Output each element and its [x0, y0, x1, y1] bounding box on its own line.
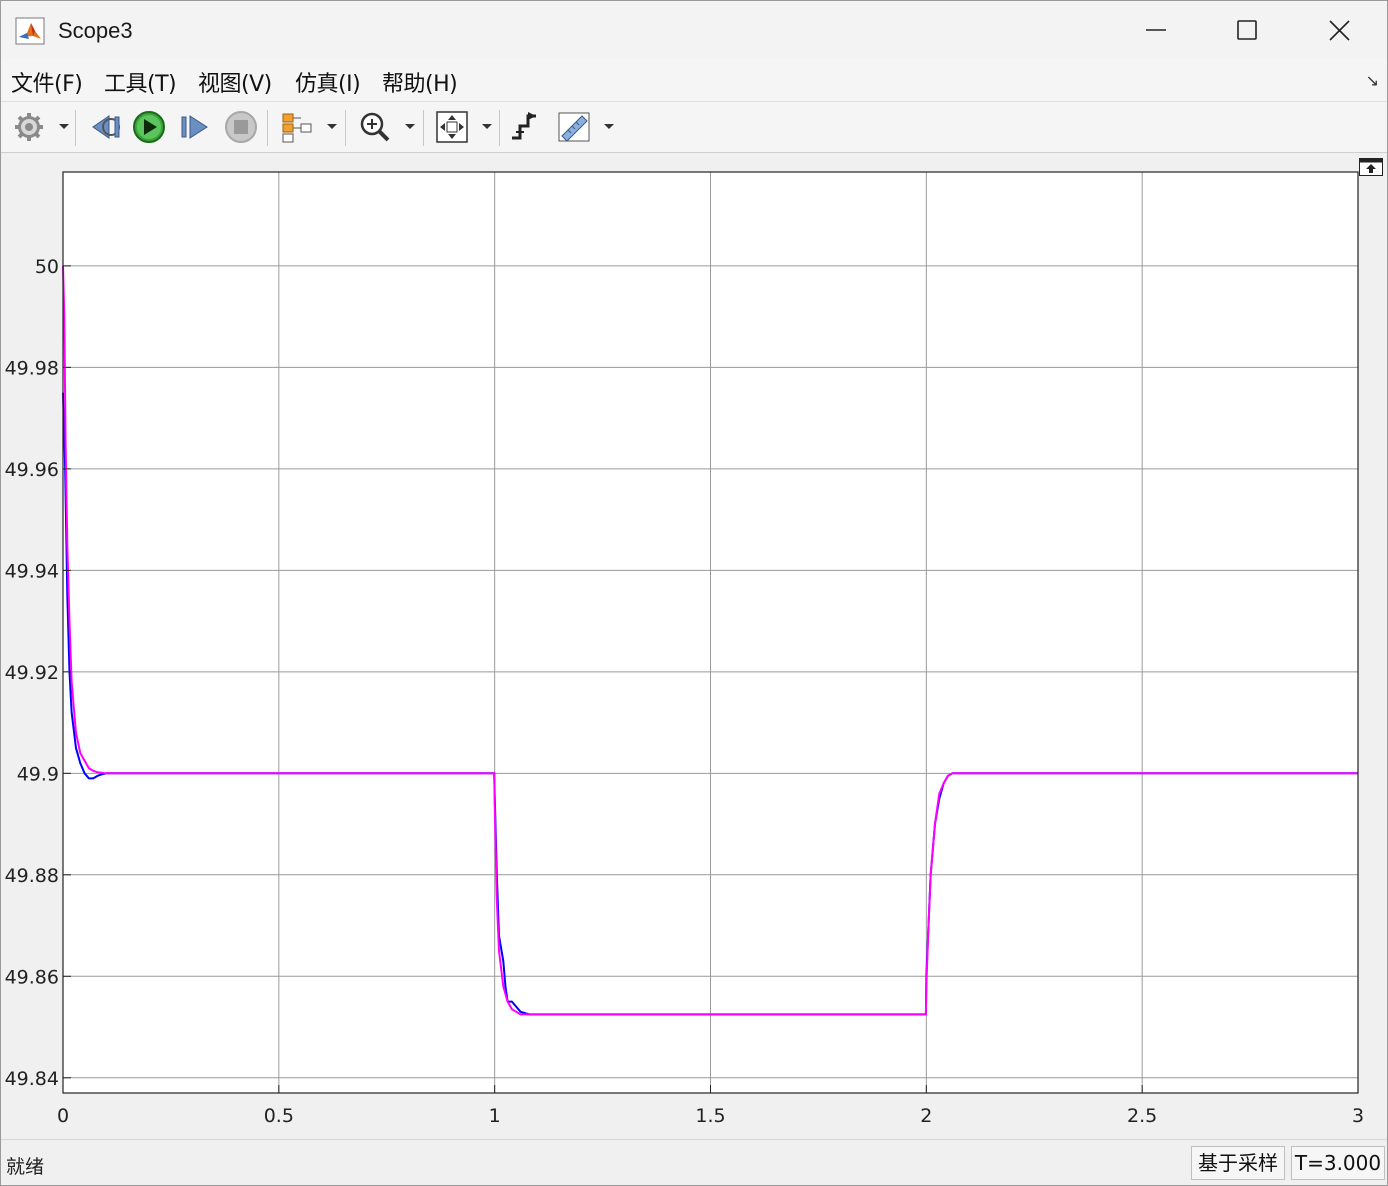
- sim-time-label: T=3.000: [1291, 1146, 1385, 1180]
- status-bar: 就绪 基于采样 T=3.000: [1, 1139, 1387, 1185]
- x-tick-label: 3: [1352, 1105, 1364, 1127]
- status-ready: 就绪: [6, 1156, 45, 1178]
- dock-arrow-icon[interactable]: ↘: [1366, 71, 1379, 90]
- run-button[interactable]: [129, 108, 169, 146]
- y-tick-label: 49.9: [17, 763, 59, 785]
- menu-view[interactable]: 视图(V): [198, 66, 272, 98]
- stop-button[interactable]: [221, 108, 261, 146]
- settings-dropdown-arrow-icon[interactable]: [57, 118, 71, 132]
- x-tick-label: 2.5: [1127, 1105, 1157, 1127]
- fit-to-view-button[interactable]: [432, 108, 472, 146]
- toolbar-separator: [267, 110, 268, 146]
- toolbar-separator: [345, 110, 346, 146]
- y-tick-label: 49.96: [5, 459, 59, 481]
- y-tick-label: 49.86: [5, 966, 59, 988]
- matlab-logo-icon: [15, 17, 45, 45]
- sampling-mode-label: 基于采样: [1191, 1146, 1285, 1180]
- window-title: Scope3: [58, 18, 133, 43]
- toolbar: [1, 102, 1387, 153]
- toolbar-separator: [499, 110, 500, 146]
- title-bar: Scope3: [1, 1, 1387, 59]
- plot-panel: 0 0.5 1 1.5 2 2.5 3 49.84 49.86 49.88 49.9 49.92 49.…: [1, 153, 1387, 1139]
- x-tick-label: 0.5: [264, 1105, 294, 1127]
- measure-button[interactable]: [554, 108, 594, 146]
- minimize-button[interactable]: [1127, 9, 1187, 53]
- menu-file[interactable]: 文件(F): [11, 66, 83, 98]
- x-tick-label: 1: [489, 1105, 501, 1127]
- menu-bar: 文件(F) 工具(T) 视图(V) 仿真(I) 帮助(H) ↘: [1, 59, 1387, 102]
- menu-tools[interactable]: 工具(T): [104, 66, 177, 98]
- step-forward-button[interactable]: [175, 108, 215, 146]
- y-tick-label: 49.84: [5, 1068, 59, 1090]
- y-tick-label: 50: [35, 256, 59, 278]
- menu-help[interactable]: 帮助(H): [382, 66, 458, 98]
- scope-chart[interactable]: 0 0.5 1 1.5 2 2.5 3 49.84 49.86 49.88 49.9 49.92 49.…: [1, 153, 1387, 1139]
- x-tick-label: 2: [920, 1105, 932, 1127]
- measure-dropdown-arrow-icon[interactable]: [602, 118, 616, 132]
- settings-button[interactable]: [9, 108, 49, 146]
- menu-simulation[interactable]: 仿真(I): [295, 66, 361, 98]
- undock-icon[interactable]: [1359, 158, 1383, 176]
- y-tick-label: 49.92: [5, 662, 59, 684]
- toolbar-separator: [75, 110, 76, 146]
- fit-dropdown-arrow-icon[interactable]: [480, 118, 494, 132]
- signal-dropdown-arrow-icon[interactable]: [325, 118, 339, 132]
- scope-window: Scope3 文件(F) 工具(T) 视图(V) 仿真(I) 帮助(H) ↘ 0…: [0, 0, 1388, 1186]
- y-tick-label: 49.88: [5, 865, 59, 887]
- zoom-button[interactable]: [355, 108, 395, 146]
- toolbar-separator: [423, 110, 424, 146]
- maximize-button[interactable]: [1217, 9, 1277, 53]
- triggers-button[interactable]: [506, 108, 546, 146]
- y-tick-label: 49.98: [5, 357, 59, 379]
- step-back-button[interactable]: [85, 108, 125, 146]
- signal-selector-button[interactable]: [277, 108, 317, 146]
- y-tick-label: 49.94: [5, 560, 59, 582]
- x-tick-label: 1.5: [695, 1105, 725, 1127]
- x-tick-label: 0: [57, 1105, 69, 1127]
- close-button[interactable]: [1309, 9, 1369, 53]
- zoom-dropdown-arrow-icon[interactable]: [403, 118, 417, 132]
